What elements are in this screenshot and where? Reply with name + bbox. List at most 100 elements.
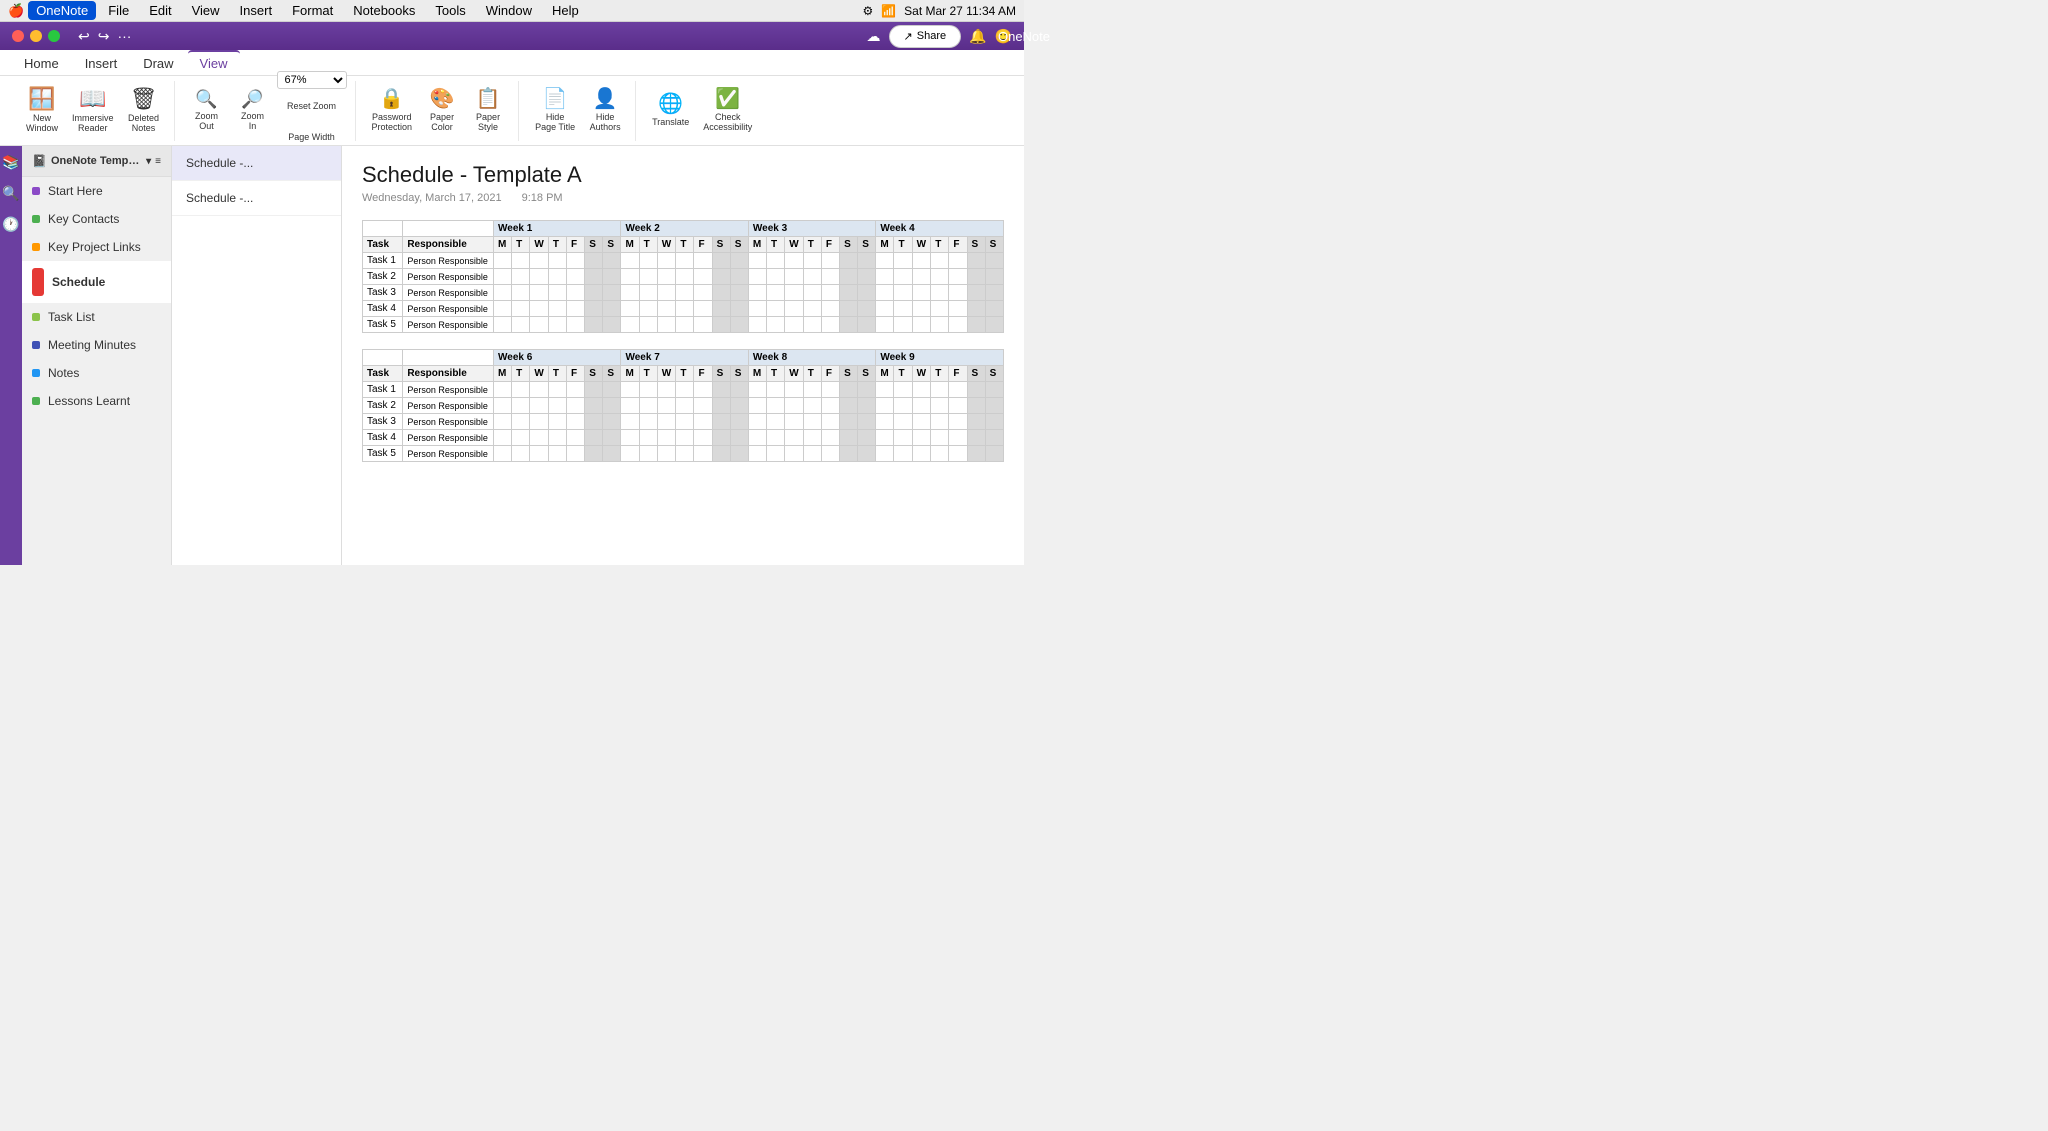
section-dot [32, 313, 40, 321]
page-date: Wednesday, March 17, 2021 [362, 192, 502, 204]
day-cell [967, 446, 985, 462]
responsible-cell: Person Responsible [403, 446, 494, 462]
responsible-cell: Person Responsible [403, 414, 494, 430]
menu-tools[interactable]: Tools [427, 1, 473, 20]
menu-format[interactable]: Format [284, 1, 341, 20]
notebook-dropdown-icon[interactable]: ▾ [146, 156, 151, 167]
day-cell [803, 414, 821, 430]
day-cell [748, 430, 766, 446]
day-cell [512, 301, 530, 317]
day-cell [730, 253, 748, 269]
history-nav-icon[interactable]: 🕐 [2, 216, 19, 233]
day-cell [567, 446, 585, 462]
immersive-reader-button[interactable]: 📖 Immersive Reader [66, 83, 120, 139]
day-cell [657, 430, 676, 446]
menu-view[interactable]: View [184, 1, 228, 20]
section-notes[interactable]: Notes [22, 359, 171, 387]
menu-help[interactable]: Help [544, 1, 587, 20]
day-cell [876, 382, 894, 398]
day-w2: W [657, 237, 676, 253]
day-cell [657, 398, 676, 414]
section-schedule[interactable]: Schedule [22, 261, 171, 303]
day-cell [585, 301, 603, 317]
section-start-here[interactable]: Start Here [22, 177, 171, 205]
task-cell: Task 1 [363, 253, 403, 269]
menu-onenote[interactable]: OneNote [28, 1, 96, 20]
day-cell [858, 382, 876, 398]
day-cell [585, 382, 603, 398]
day-cell [621, 398, 639, 414]
search-nav-icon[interactable]: 🔍 [2, 185, 19, 202]
section-dot [32, 243, 40, 251]
hide-authors-button[interactable]: 👤 Hide Authors [583, 83, 627, 139]
day-cell [803, 285, 821, 301]
check-accessibility-button[interactable]: ✅ Check Accessibility [697, 83, 758, 139]
day-cell [730, 382, 748, 398]
menu-notebooks[interactable]: Notebooks [345, 1, 423, 20]
day-cell [785, 285, 804, 301]
day-cell [694, 446, 712, 462]
section-lessons-learnt[interactable]: Lessons Learnt [22, 387, 171, 415]
page-item-schedule-1[interactable]: Schedule -... [172, 146, 341, 181]
menu-insert[interactable]: Insert [232, 1, 281, 20]
section-dot-active [32, 268, 44, 296]
day-cell [748, 269, 766, 285]
day-cell [748, 253, 766, 269]
day-cell [785, 414, 804, 430]
menu-window[interactable]: Window [478, 1, 540, 20]
tab-home[interactable]: Home [12, 52, 71, 75]
day-cell [785, 446, 804, 462]
section-key-project-links[interactable]: Key Project Links [22, 233, 171, 261]
day-cell [621, 253, 639, 269]
notebook-nav-icon[interactable]: 📚 [2, 154, 19, 171]
zoom-in-button[interactable]: 🔎 Zoom In [231, 83, 275, 139]
reset-zoom-button[interactable]: Reset Zoom [277, 92, 347, 120]
translate-button[interactable]: 🌐 Translate [646, 83, 695, 139]
redo-button[interactable]: ↪ [98, 28, 110, 45]
task-cell: Task 3 [363, 285, 403, 301]
paper-color-button[interactable]: 🎨 Paper Color [420, 83, 464, 139]
deleted-notes-button[interactable]: 🗑 Deleted Notes [122, 83, 166, 139]
menu-file[interactable]: File [100, 1, 137, 20]
zoom-select[interactable]: 67% 100% 150% [277, 71, 347, 89]
day-cell [876, 414, 894, 430]
more-button[interactable]: ··· [117, 28, 131, 44]
apple-menu[interactable]: 🍎 [8, 3, 24, 19]
section-dot [32, 369, 40, 377]
hide-page-title-button[interactable]: 📄 Hide Page Title [529, 83, 581, 139]
paper-style-button[interactable]: 📋 Paper Style [466, 83, 510, 139]
section-task-list[interactable]: Task List [22, 303, 171, 331]
day-cell [548, 398, 566, 414]
tab-view[interactable]: View [188, 50, 240, 75]
section-meeting-minutes[interactable]: Meeting Minutes [22, 331, 171, 359]
day-cell [676, 317, 694, 333]
day-cell [730, 269, 748, 285]
zoom-out-button[interactable]: 🔍 Zoom Out [185, 83, 229, 139]
day-cell [840, 382, 858, 398]
close-button[interactable] [12, 30, 24, 42]
section-key-contacts[interactable]: Key Contacts [22, 205, 171, 233]
undo-button[interactable]: ↩ [78, 28, 90, 45]
page-item-schedule-2[interactable]: Schedule -... [172, 181, 341, 216]
menu-edit[interactable]: Edit [141, 1, 179, 20]
minimize-button[interactable] [30, 30, 42, 42]
password-protection-button[interactable]: 🔒 Password Protection [366, 83, 419, 139]
day-cell [803, 430, 821, 446]
day-cell [603, 285, 621, 301]
day-cell [494, 253, 512, 269]
day-cell [730, 301, 748, 317]
day-cell [548, 382, 566, 398]
paper-style-icon: 📋 [476, 89, 501, 109]
notebook-header[interactable]: 📓 OneNote Template for Pr... ▾ ≡ [22, 146, 171, 177]
day-cell [730, 446, 748, 462]
tab-draw[interactable]: Draw [131, 52, 185, 75]
share-button[interactable]: ↗ Share [889, 25, 962, 48]
tab-insert[interactable]: Insert [73, 52, 130, 75]
notebook-sort-icon[interactable]: ≡ [155, 156, 161, 167]
day-cell [657, 446, 676, 462]
section-dot [32, 187, 40, 195]
day-f2: F [694, 237, 712, 253]
new-window-button[interactable]: 🪟 New Window [20, 83, 64, 139]
fullscreen-button[interactable] [48, 30, 60, 42]
day-cell [694, 269, 712, 285]
